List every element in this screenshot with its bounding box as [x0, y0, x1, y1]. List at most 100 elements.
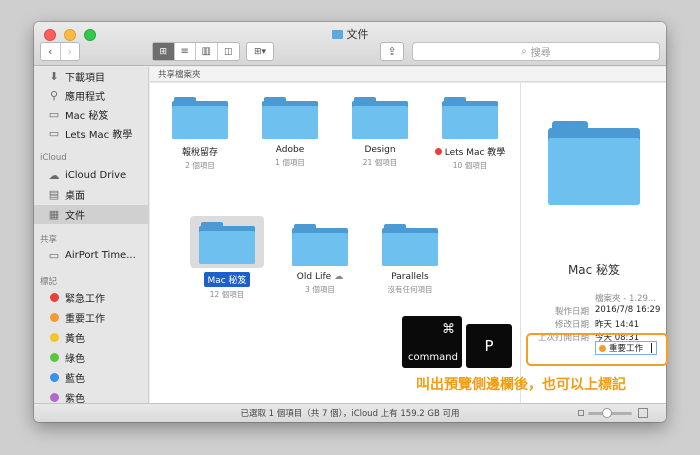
sidebar-item-label: 桌面 — [65, 191, 85, 202]
folder-icon: ▭ — [48, 108, 60, 121]
folder-icon: ▭ — [48, 127, 60, 140]
small-icon-size-icon — [578, 410, 584, 416]
sidebar-item-label: 文件 — [65, 211, 85, 222]
tag-orange-icon — [50, 313, 59, 322]
tutorial-caption: 叫出預覽側邊欄後，也可以上標記 — [416, 377, 626, 393]
folder-count: 3 個項目 — [305, 285, 335, 294]
folder-name-row: Lets Mac 教學 — [430, 145, 510, 158]
sidebar-item-label: Mac 秘笈 — [65, 111, 109, 122]
folder-name-row: Mac 秘笈 — [190, 272, 264, 287]
preview-kind-row: 檔案夾 - 1.29... — [521, 292, 661, 304]
sidebar-item-label: 應用程式 — [65, 92, 105, 103]
column-view-icon[interactable]: ▥ — [196, 43, 218, 60]
preview-title: Mac 秘笈 — [567, 263, 621, 277]
cloud-icon: ☁ — [48, 169, 60, 182]
sidebar-item-tag-urgent[interactable]: 緊急工作 — [34, 288, 148, 307]
folder-name: Parallels — [391, 272, 429, 282]
command-symbol: ⌘ — [442, 322, 455, 337]
documents-folder-icon — [331, 29, 343, 39]
folder-name-row: Old Life ☁ — [280, 272, 360, 282]
p-key-label: P — [484, 337, 494, 355]
path-header-label: 共享檔案夾 — [158, 70, 201, 80]
sidebar-item-tag-important[interactable]: 重要工作 — [34, 308, 148, 327]
folder-item[interactable]: Parallels 沒有任何項目 — [370, 224, 450, 295]
preview-value: 檔案夾 - 1.29... — [595, 294, 657, 304]
desktop-icon: ▤ — [48, 188, 60, 201]
large-icon-size-icon — [638, 408, 648, 418]
folder-name: Design — [364, 145, 396, 155]
status-text: 已選取 1 個項目（共 7 個），iCloud 上有 159.2 GB 可用 — [240, 409, 460, 419]
folder-icon — [352, 97, 408, 139]
preview-key — [521, 292, 595, 304]
arrange-icon: ⊞▾ — [253, 46, 267, 57]
command-key-overlay: ⌘ command — [402, 316, 462, 368]
folder-name: Old Life — [296, 272, 332, 282]
tag-highlight-box — [526, 333, 668, 366]
sidebar-item-label: 藍色 — [65, 374, 85, 385]
window-title-text: 文件 — [346, 28, 369, 41]
sidebar-item-applications[interactable]: ⚲ 應用程式 — [34, 86, 148, 105]
folder-name: Adobe — [275, 145, 305, 155]
folder-name: 報稅留存 — [181, 148, 218, 158]
sidebar-item-lets-mac[interactable]: ▭ Lets Mac 教學 — [34, 124, 148, 143]
sidebar-item-tag-green[interactable]: 綠色 — [34, 348, 148, 367]
chevron-right-icon[interactable]: › — [61, 43, 80, 60]
folder-count: 2 個項目 — [185, 161, 215, 170]
folder-item-selected[interactable]: Mac 秘笈 12 個項目 — [190, 216, 264, 300]
sidebar: ⬇ 下載項目 ⚲ 應用程式 ▭ Mac 秘笈 ▭ Lets Mac 教學 iCl… — [34, 67, 149, 405]
folder-item[interactable]: Adobe 1 個項目 — [250, 97, 330, 168]
preview-modified-row: 修改日期 昨天 14:41 — [521, 318, 661, 330]
folder-item[interactable]: Design 21 個項目 — [340, 97, 420, 168]
folder-item[interactable]: Lets Mac 教學 10 個項目 — [430, 97, 510, 171]
folder-item[interactable]: Old Life ☁ 3 個項目 — [280, 224, 360, 295]
folder-icon — [292, 224, 348, 266]
search-field[interactable]: ⌕ 搜尋 — [412, 42, 660, 61]
icon-size-slider[interactable] — [588, 408, 632, 418]
preview-key: 製作日期 — [554, 307, 589, 317]
folder-name: Lets Mac 教學 — [444, 148, 506, 158]
folder-item[interactable]: 報稅留存 2 個項目 — [160, 97, 240, 171]
icon-view-icon[interactable]: ⊞ — [153, 43, 175, 60]
sidebar-item-tag-yellow[interactable]: 黃色 — [34, 328, 148, 347]
folder-count: 12 個項目 — [209, 290, 245, 299]
tag-yellow-icon — [50, 333, 59, 342]
sidebar-item-mac-tips[interactable]: ▭ Mac 秘笈 — [34, 105, 148, 124]
sidebar-item-downloads[interactable]: ⬇ 下載項目 — [34, 67, 148, 86]
search-icon: ⌕ — [521, 46, 527, 57]
sidebar-item-label: 綠色 — [65, 354, 85, 365]
navigation-buttons: ‹ › — [40, 42, 80, 61]
view-mode-control: ⊞ ≡ ▥ ◫ — [152, 42, 240, 61]
documents-icon: ▦ — [48, 208, 60, 221]
status-bar: 已選取 1 個項目（共 7 個），iCloud 上有 159.2 GB 可用 — [34, 403, 666, 422]
share-button[interactable]: ⇪ — [380, 42, 404, 61]
sidebar-item-label: 黃色 — [65, 334, 85, 345]
sidebar-item-icloud-drive[interactable]: ☁ iCloud Drive — [34, 166, 148, 185]
slider-knob[interactable] — [602, 408, 612, 418]
list-view-icon[interactable]: ≡ — [175, 43, 196, 60]
network-drive-icon: ▭ — [48, 249, 60, 262]
sidebar-item-label: 下載項目 — [65, 73, 105, 84]
tag-red-icon — [434, 148, 442, 155]
cover-flow-icon[interactable]: ◫ — [218, 43, 239, 60]
p-key-overlay: P — [466, 324, 512, 368]
sidebar-item-label: 重要工作 — [65, 314, 105, 325]
sidebar-item-label: 緊急工作 — [65, 294, 105, 305]
sidebar-header-shared: 共享 — [40, 235, 58, 245]
sidebar-item-label: iCloud Drive — [65, 170, 127, 181]
sidebar-item-tag-blue[interactable]: 藍色 — [34, 368, 148, 387]
shared-folder-header: 共享檔案夾 — [150, 67, 666, 82]
selection-highlight — [190, 216, 264, 268]
sidebar-item-airport[interactable]: ▭ AirPort Time... — [34, 246, 148, 265]
sidebar-item-label: AirPort Time... — [65, 250, 136, 261]
tag-blue-icon — [50, 373, 59, 382]
sidebar-item-documents[interactable]: ▦ 文件 — [34, 205, 148, 224]
sidebar-item-desktop[interactable]: ▤ 桌面 — [34, 185, 148, 204]
sidebar-header-icloud: iCloud — [40, 153, 67, 163]
applications-icon: ⚲ — [49, 89, 59, 102]
folder-icon — [442, 97, 498, 139]
arrange-button[interactable]: ⊞▾ — [246, 42, 274, 61]
folder-count: 1 個項目 — [275, 158, 305, 167]
toolbar: 文件 ‹ › ⊞ ≡ ▥ ◫ ⊞▾ ⇪ ⌕ 搜尋 — [34, 22, 666, 66]
chevron-left-icon[interactable]: ‹ — [41, 43, 61, 60]
preview-value: 昨天 14:41 — [595, 320, 640, 330]
